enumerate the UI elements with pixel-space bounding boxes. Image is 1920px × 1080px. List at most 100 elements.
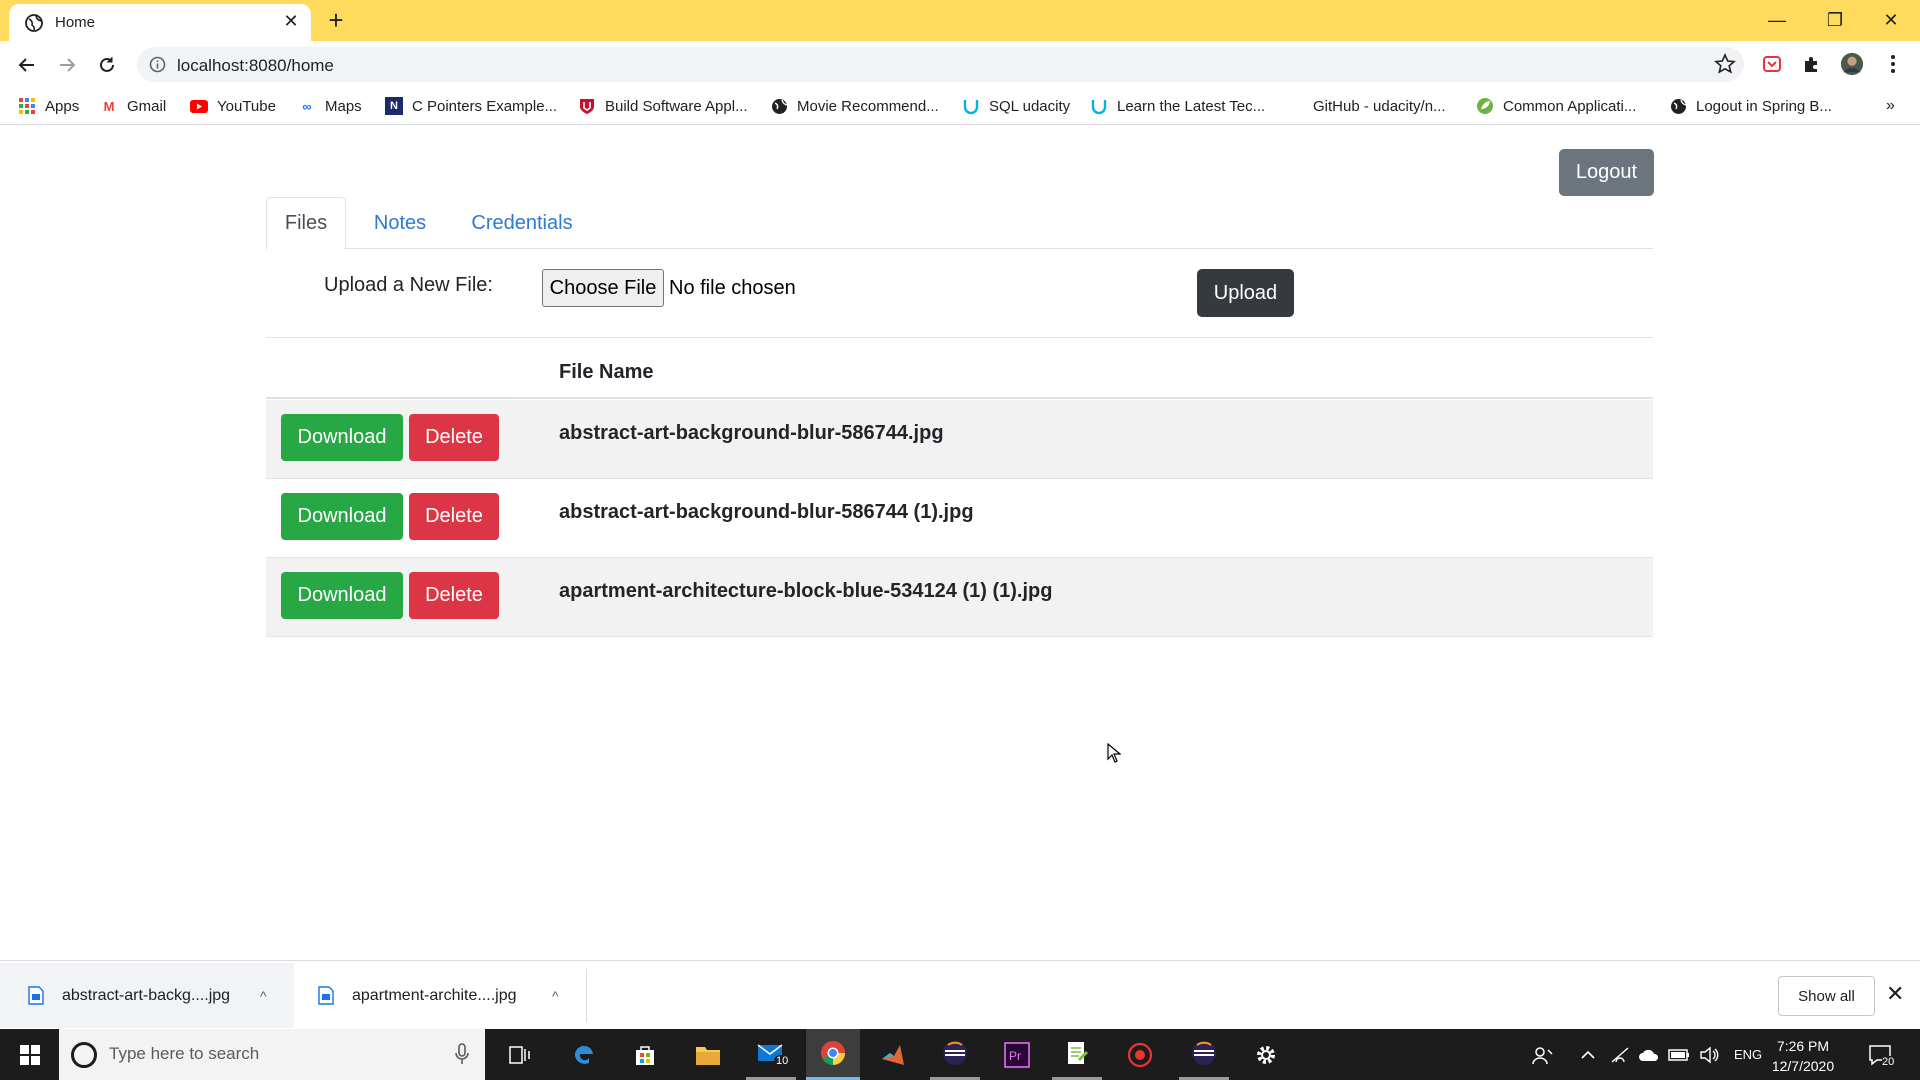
tab-credentials[interactable]: Credentials xyxy=(454,197,590,249)
download-filename: apartment-archite....jpg xyxy=(352,986,517,1004)
recorder-icon[interactable] xyxy=(1115,1029,1165,1080)
reload-icon xyxy=(100,57,114,72)
minimize-button[interactable]: — xyxy=(1748,0,1806,41)
upload-button[interactable]: Upload xyxy=(1197,269,1294,317)
windows-taskbar: Type here to search 10 Pr ENG 7:26 PM 12… xyxy=(0,1029,1920,1080)
bookmark-label: C Pointers Example... xyxy=(412,97,558,115)
notification-center-icon[interactable]: 20 xyxy=(1868,1029,1895,1080)
back-arrow-icon xyxy=(18,58,34,72)
microphone-icon[interactable] xyxy=(455,1042,469,1066)
restore-button[interactable]: ❐ xyxy=(1806,0,1864,41)
bookmark-c-pointers[interactable]: N C Pointers Example... xyxy=(385,95,557,117)
edge-icon[interactable] xyxy=(559,1029,609,1080)
start-button[interactable] xyxy=(0,1029,59,1080)
download-item[interactable]: abstract-art-backg....jpg ^ xyxy=(0,963,294,1028)
taskbar-search-input[interactable]: Type here to search xyxy=(59,1029,485,1080)
chevron-up-icon[interactable]: ^ xyxy=(260,988,267,1004)
bookmark-maps[interactable]: ∞ Maps xyxy=(298,95,361,117)
bookmarks-bar: Apps M Gmail YouTube ∞ Maps N C Pointers… xyxy=(0,88,1920,125)
chrome-menu-icon[interactable] xyxy=(1881,52,1905,76)
matlab-icon[interactable] xyxy=(868,1029,918,1080)
tab-files[interactable]: Files xyxy=(266,197,346,250)
bookmarks-overflow-button[interactable]: » xyxy=(1886,95,1895,117)
bookmark-label: Build Software Appl... xyxy=(605,97,748,115)
file-icon xyxy=(318,986,334,1005)
download-button[interactable]: Download xyxy=(281,572,403,619)
svg-text:Pr: Pr xyxy=(1009,1049,1021,1063)
browser-toolbar: localhost:8080/home xyxy=(0,41,1920,88)
bookmark-common-applications[interactable]: Common Applicati... xyxy=(1476,95,1636,117)
settings-gear-icon[interactable] xyxy=(1241,1029,1291,1080)
bookmark-gmail[interactable]: M Gmail xyxy=(100,95,167,117)
choose-file-button[interactable]: Choose File xyxy=(542,269,664,307)
extensions-puzzle-icon[interactable] xyxy=(1800,52,1824,76)
notepad-plus-icon[interactable] xyxy=(1052,1029,1102,1080)
chevron-up-icon[interactable]: ^ xyxy=(552,988,559,1004)
close-shelf-icon[interactable]: ✕ xyxy=(1886,983,1904,1005)
wifi-icon[interactable] xyxy=(1610,1029,1630,1080)
bookmark-github[interactable]: GitHub - udacity/n... xyxy=(1313,95,1446,117)
tab-notes[interactable]: Notes xyxy=(352,197,448,249)
table-header: File Name xyxy=(266,338,1653,399)
forward-arrow-icon xyxy=(60,58,76,72)
file-name: apartment-architecture-block-blue-534124… xyxy=(559,580,1053,602)
show-all-button[interactable]: Show all xyxy=(1778,976,1875,1016)
bookmark-star-icon[interactable] xyxy=(1714,53,1736,75)
download-button[interactable]: Download xyxy=(281,493,403,540)
task-view-icon[interactable] xyxy=(495,1029,545,1080)
browser-tab[interactable]: Home ✕ xyxy=(9,4,311,41)
cloud-icon[interactable] xyxy=(1638,1029,1660,1080)
reload-button[interactable] xyxy=(93,51,121,79)
delete-button[interactable]: Delete xyxy=(409,493,499,540)
info-icon[interactable] xyxy=(149,56,166,73)
pocket-extension-icon[interactable] xyxy=(1760,52,1784,76)
gmail-icon: M xyxy=(103,98,115,114)
bookmark-learn-latest[interactable]: Learn the Latest Tec... xyxy=(1090,95,1265,117)
close-tab-icon[interactable]: ✕ xyxy=(279,9,303,33)
close-window-button[interactable]: ✕ xyxy=(1862,0,1920,41)
shelf-divider xyxy=(586,969,587,1022)
profile-avatar[interactable] xyxy=(1840,52,1864,76)
table-row: Download Delete abstract-art-background-… xyxy=(266,400,1653,479)
delete-button[interactable]: Delete xyxy=(409,414,499,461)
bookmark-movie-recommend[interactable]: Movie Recommend... xyxy=(770,95,939,117)
shield-icon xyxy=(578,97,596,115)
browser-tab-strip: Home ✕ + — ❐ ✕ xyxy=(0,0,1920,41)
bookmark-label: Gmail xyxy=(127,97,167,115)
premiere-pro-icon[interactable]: Pr xyxy=(992,1029,1042,1080)
people-icon[interactable] xyxy=(1532,1029,1554,1080)
store-icon[interactable] xyxy=(620,1029,670,1080)
tab-title: Home xyxy=(55,14,96,31)
maps-icon: ∞ xyxy=(302,98,312,114)
bookmark-build-software[interactable]: Build Software Appl... xyxy=(578,95,748,117)
back-button[interactable] xyxy=(13,51,41,79)
bookmark-sql-udacity[interactable]: SQL udacity xyxy=(962,95,1070,117)
mouse-cursor-icon xyxy=(1107,743,1121,763)
upload-label: Upload a New File: xyxy=(324,274,493,296)
eclipse-icon[interactable] xyxy=(1179,1029,1229,1080)
volume-icon[interactable] xyxy=(1699,1029,1719,1080)
address-bar[interactable]: localhost:8080/home xyxy=(137,47,1744,82)
download-filename: abstract-art-backg....jpg xyxy=(62,986,231,1004)
download-item[interactable]: apartment-archite....jpg ^ xyxy=(318,963,586,1028)
bookmark-logout-spring[interactable]: Logout in Spring B... xyxy=(1669,95,1832,117)
globe-icon xyxy=(25,14,43,32)
delete-button[interactable]: Delete xyxy=(409,572,499,619)
taskbar-clock[interactable]: 7:26 PM 12/7/2020 xyxy=(1758,1036,1848,1076)
bookmark-youtube[interactable]: YouTube xyxy=(190,95,276,117)
chevron-up-icon[interactable] xyxy=(1581,1029,1595,1080)
forward-button[interactable] xyxy=(53,51,81,79)
page-content: Logout Files Notes Credentials Upload a … xyxy=(0,126,1920,960)
eclipse-icon[interactable] xyxy=(930,1029,980,1080)
chrome-taskbar-icon[interactable] xyxy=(806,1029,860,1080)
globe-icon xyxy=(1669,97,1687,115)
new-tab-button[interactable]: + xyxy=(322,7,350,35)
bookmark-apps[interactable]: Apps xyxy=(18,95,79,117)
battery-icon[interactable] xyxy=(1668,1029,1690,1080)
logout-button[interactable]: Logout xyxy=(1559,149,1654,196)
mail-badge: 10 xyxy=(774,1055,791,1067)
file-explorer-icon[interactable] xyxy=(683,1029,733,1080)
download-button[interactable]: Download xyxy=(281,414,403,461)
mail-icon[interactable]: 10 xyxy=(746,1029,796,1080)
c-pointers-icon: N xyxy=(385,97,403,115)
